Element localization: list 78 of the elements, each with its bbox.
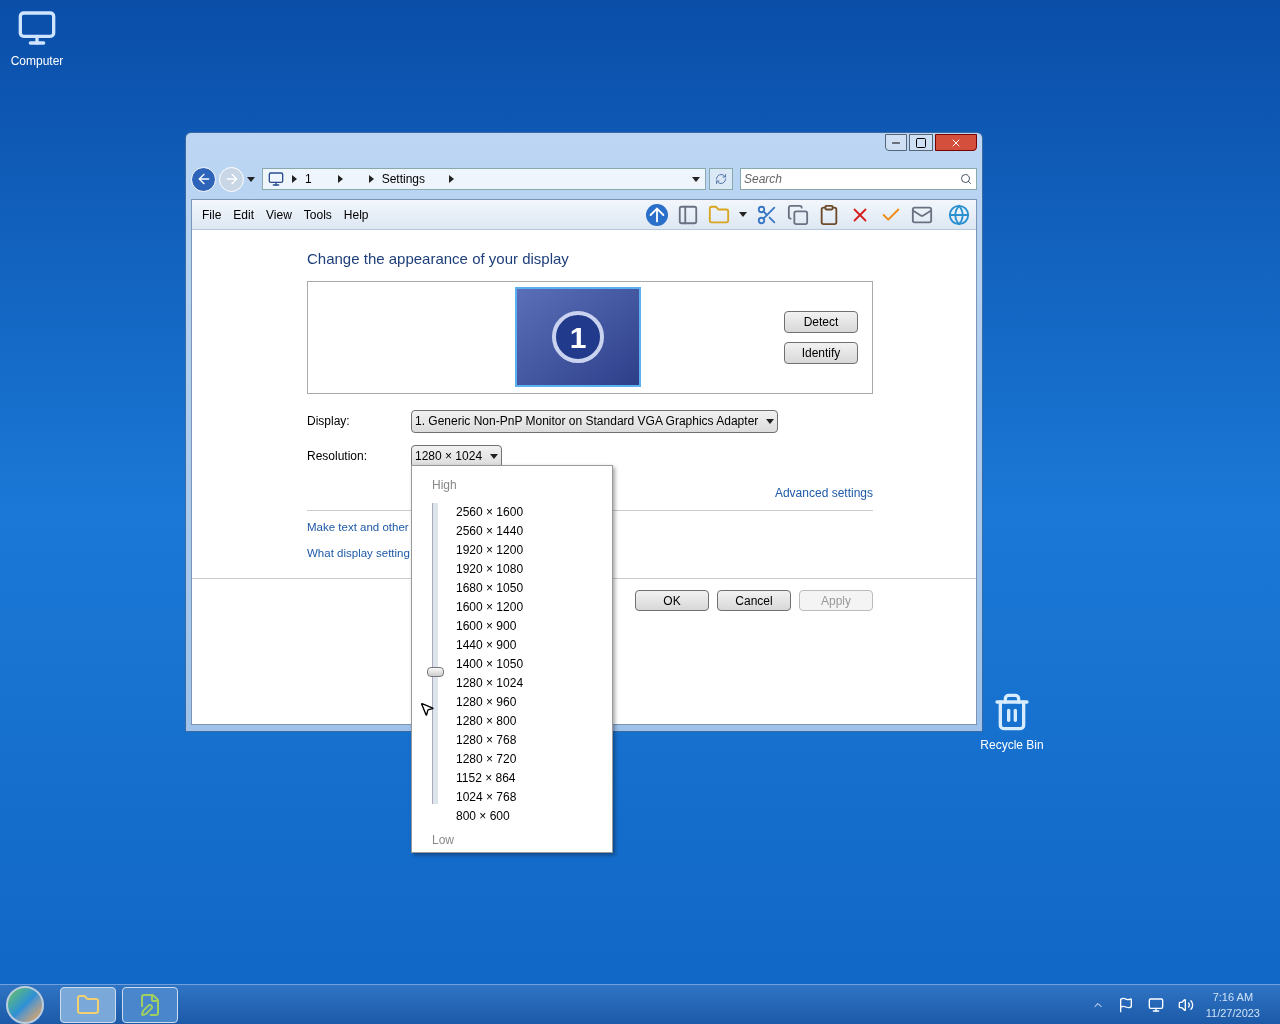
panel-icon[interactable] <box>677 203 699 226</box>
address-bar[interactable]: 1 Settings <box>262 168 706 190</box>
refresh-button[interactable] <box>709 168 733 190</box>
help-link[interactable]: Make text and other <box>307 518 409 536</box>
clock[interactable]: 7:16 AM 11/27/2023 <box>1205 988 1274 1021</box>
resolution-option[interactable]: 1920 × 1200 <box>450 541 524 560</box>
taskbar-folder-button[interactable] <box>60 986 116 1023</box>
search-field[interactable]: Search <box>740 168 977 190</box>
resolution-option[interactable]: 1600 × 1200 <box>450 598 524 617</box>
close-button[interactable] <box>935 134 977 151</box>
taskbar-editor-button[interactable] <box>122 986 178 1023</box>
resolution-option[interactable]: 1280 × 720 <box>450 750 524 769</box>
slider-thumb[interactable] <box>427 667 444 678</box>
advanced-settings-link[interactable]: Advanced settings <box>774 483 873 502</box>
scissors-icon[interactable] <box>756 203 778 226</box>
dropdown-field[interactable]: 1280 × 1024 <box>411 444 503 468</box>
dialog-button[interactable]: OK <box>635 590 709 611</box>
monitor-number: 1 <box>552 311 604 363</box>
resolution-option[interactable]: 1920 × 1080 <box>450 560 524 579</box>
address-dropdown-icon <box>692 176 700 182</box>
resolution-option[interactable]: 1152 × 864 <box>450 769 524 788</box>
resolution-option[interactable]: 1400 × 1050 <box>450 655 524 674</box>
page-heading: Change the appearance of your display <box>307 249 570 269</box>
dropdown-arrow-icon <box>766 418 775 424</box>
globe-icon[interactable] <box>948 203 970 226</box>
resolution-option[interactable]: 800 × 600 <box>450 807 524 826</box>
computer-icon <box>268 171 284 187</box>
menu-item[interactable]: File <box>197 203 227 226</box>
refresh-icon <box>715 173 727 185</box>
preview-button[interactable]: Detect <box>784 310 858 333</box>
breadcrumb-item[interactable]: 1 <box>305 170 312 188</box>
notepad-icon <box>138 992 162 1017</box>
breadcrumb-arrow-icon <box>449 175 455 183</box>
desktop-icon-label[interactable]: Computer <box>10 52 64 70</box>
history-caret-icon <box>247 176 255 182</box>
resolution-option[interactable]: 1280 × 1024 <box>450 674 524 693</box>
copy-icon[interactable] <box>787 203 809 226</box>
menu-item[interactable]: Help <box>338 203 374 226</box>
desktop-icon-label[interactable]: Recycle Bin <box>980 736 1044 754</box>
preview-button[interactable]: Identify <box>784 341 858 364</box>
resolution-option[interactable]: 1680 × 1050 <box>450 579 524 598</box>
flag-icon[interactable] <box>1117 996 1134 1013</box>
mouse-cursor-icon <box>419 700 435 718</box>
start-button[interactable] <box>6 985 44 1024</box>
scale-label: Low <box>432 832 455 849</box>
dropdown-field[interactable]: 1. Generic Non-PnP Monitor on Standard VGA Graphics Adapter <box>411 409 779 433</box>
computer-icon[interactable] <box>17 8 57 48</box>
breadcrumb-arrow-icon <box>368 175 374 183</box>
minimize-button[interactable] <box>885 134 907 151</box>
resolution-option[interactable]: 1600 × 900 <box>450 617 524 636</box>
maximize-icon <box>915 136 927 149</box>
maximize-button[interactable] <box>909 134 933 151</box>
help-link[interactable]: What display setting <box>307 544 410 562</box>
resolution-option[interactable]: 1280 × 960 <box>450 693 524 712</box>
scale-label: High <box>432 477 458 494</box>
speaker-icon[interactable] <box>1177 996 1194 1013</box>
search-icon <box>960 173 972 185</box>
field-label: Resolution: <box>307 448 369 465</box>
resolution-option[interactable]: 1440 × 900 <box>450 636 524 655</box>
breadcrumb-item[interactable]: Settings <box>381 170 426 188</box>
menu-item[interactable]: View <box>261 203 297 226</box>
resolution-option[interactable]: 1280 × 800 <box>450 712 524 731</box>
dropdown-arrow-icon <box>490 453 499 459</box>
field-label: Display: <box>307 413 351 430</box>
clipboard-icon[interactable] <box>818 203 840 226</box>
folder-icon <box>76 992 100 1017</box>
resolution-option[interactable]: 1024 × 768 <box>450 788 524 807</box>
resolution-option[interactable]: 2560 × 1600 <box>450 503 524 522</box>
back-button[interactable] <box>191 166 216 192</box>
caret-icon <box>739 212 747 217</box>
resolution-option[interactable]: 1280 × 768 <box>450 731 524 750</box>
menu-item[interactable]: Tools <box>298 203 337 226</box>
breadcrumb-arrow-icon <box>337 175 343 183</box>
monitor-tile[interactable]: 1 <box>515 287 641 387</box>
menu-item[interactable]: Edit <box>228 203 260 226</box>
resolution-option[interactable]: 2560 × 1440 <box>450 522 524 541</box>
breadcrumb-arrow-icon <box>292 175 297 183</box>
dialog-button[interactable]: Cancel <box>717 590 791 611</box>
